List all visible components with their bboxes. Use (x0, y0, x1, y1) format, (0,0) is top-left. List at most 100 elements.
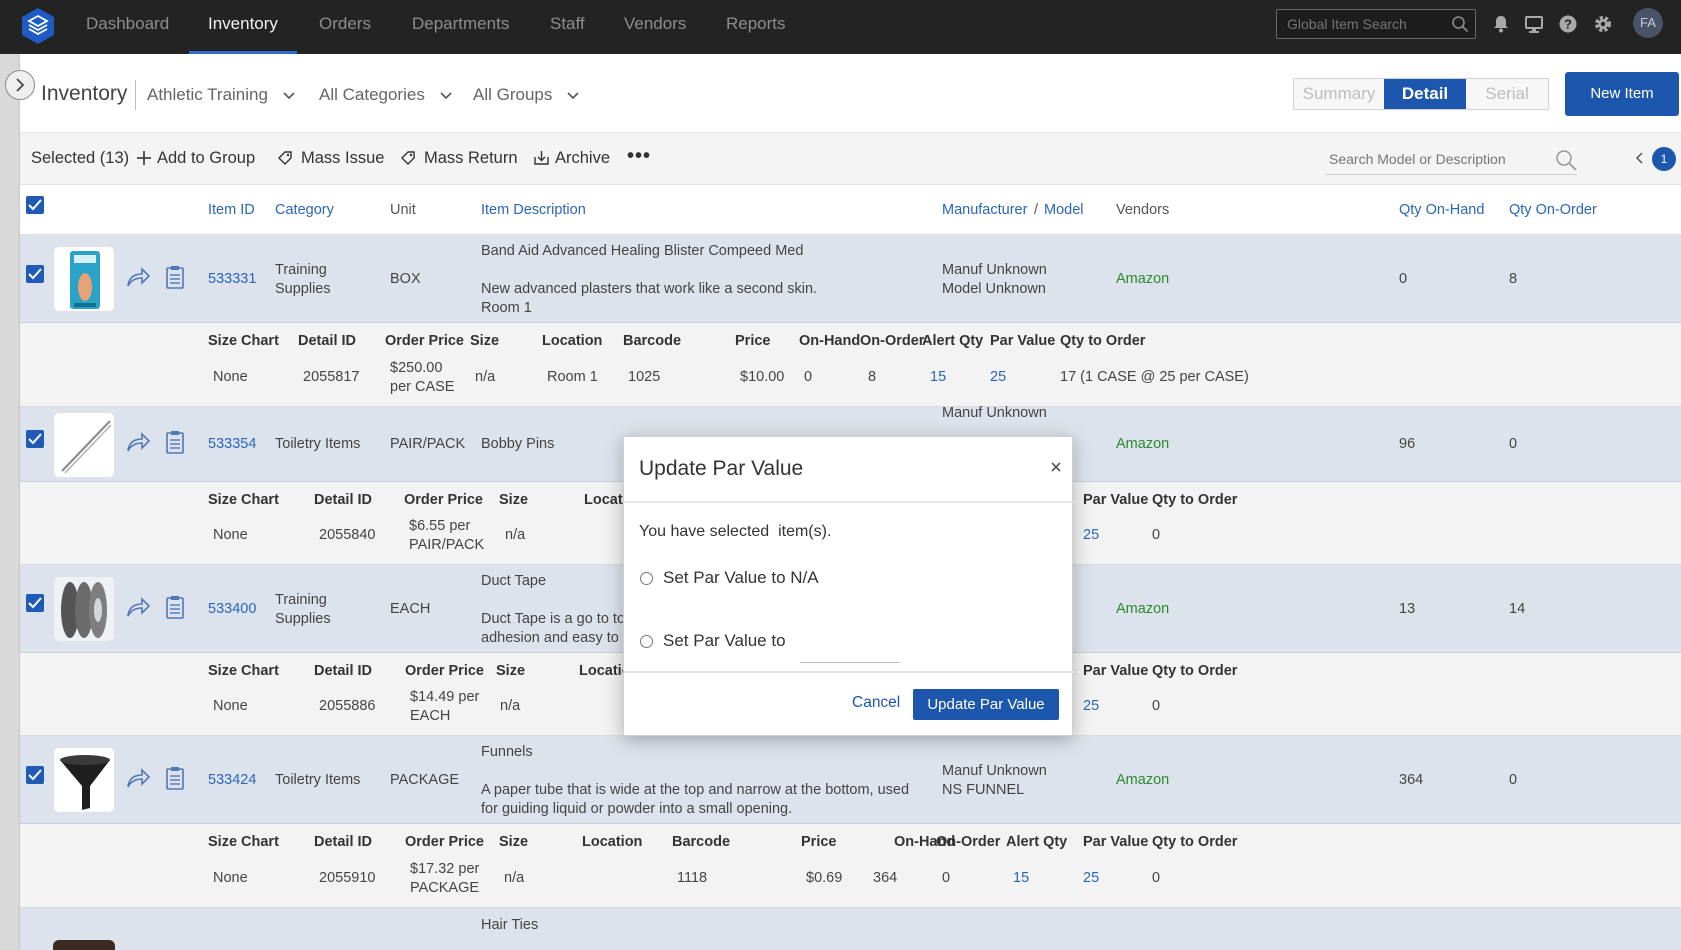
detail-price: $0.69 (806, 870, 843, 886)
share-icon[interactable] (125, 597, 151, 619)
item-id-link[interactable]: 533424 (208, 771, 256, 790)
detail-qty-to-order: 0 (1152, 870, 1161, 886)
row-checkbox[interactable] (26, 265, 44, 283)
close-icon[interactable] (1048, 459, 1064, 475)
clipboard-icon[interactable] (165, 430, 185, 454)
add-to-group-button[interactable]: Add to Group (137, 149, 255, 168)
clipboard-icon[interactable] (165, 265, 185, 289)
category-dropdown[interactable]: All Categories (319, 85, 452, 105)
select-all-checkbox[interactable] (26, 196, 44, 214)
detail-par-value-link[interactable]: 25 (1083, 869, 1099, 888)
check-icon (28, 268, 42, 280)
user-avatar[interactable]: FA (1633, 8, 1663, 38)
group-dropdown[interactable]: All Groups (473, 85, 579, 105)
detail-header-size: Size (470, 333, 500, 349)
table-row[interactable]: 533331 Training Supplies BOX Band Aid Ad… (20, 235, 1681, 323)
item-id-link[interactable]: 533331 (208, 270, 256, 289)
column-category[interactable]: Category (275, 202, 334, 218)
app-logo-icon[interactable] (18, 4, 58, 48)
share-icon[interactable] (125, 768, 151, 790)
row-checkbox[interactable] (26, 766, 44, 784)
item-thumbnail[interactable] (53, 747, 115, 813)
sidebar-collapsed (0, 54, 20, 950)
pagination-current-page[interactable]: 1 (1652, 147, 1676, 171)
column-item-id[interactable]: Item ID (208, 202, 255, 218)
item-thumbnail[interactable] (53, 576, 115, 642)
check-icon (28, 199, 42, 211)
more-actions-button[interactable]: ••• (627, 145, 651, 168)
table-header: Item ID Category Unit Item Description M… (20, 185, 1681, 235)
view-serial-button[interactable]: Serial (1466, 79, 1548, 109)
row-checkbox[interactable] (26, 594, 44, 612)
column-qty-on-hand[interactable]: Qty On-Hand (1399, 202, 1484, 218)
sidebar-expand-button[interactable] (5, 70, 35, 100)
view-summary-button[interactable]: Summary (1294, 79, 1384, 109)
item-description-title: Bobby Pins (481, 436, 555, 452)
clipboard-icon[interactable] (165, 766, 185, 790)
search-icon[interactable] (1555, 149, 1577, 171)
archive-button[interactable]: Archive (534, 149, 610, 168)
nav-dashboard[interactable]: Dashboard (86, 0, 169, 54)
bell-icon[interactable] (1491, 14, 1511, 34)
mass-return-button[interactable]: Mass Return (400, 149, 518, 168)
share-icon[interactable] (125, 267, 151, 289)
monitor-icon[interactable] (1524, 14, 1544, 34)
item-model: Model Unknown (942, 281, 1046, 297)
detail-header-par-value: Par Value (1083, 663, 1149, 679)
detail-order-price: $14.49 per EACH (410, 689, 480, 724)
funnel-image (60, 755, 110, 810)
modal-message: You have selected item(s). (639, 523, 832, 540)
detail-par-value-link[interactable]: 25 (1083, 526, 1099, 545)
search-icon[interactable] (1451, 15, 1469, 33)
chevron-down-icon (439, 91, 452, 99)
share-icon[interactable] (125, 432, 151, 454)
item-thumbnail[interactable] (53, 246, 115, 312)
set-par-value-radio[interactable] (640, 635, 653, 648)
detail-id: 2055910 (319, 870, 376, 886)
item-thumbnail[interactable] (53, 940, 115, 950)
table-row[interactable]: 533424 Toiletry Items PACKAGE Funnels A … (20, 736, 1681, 824)
nav-staff[interactable]: Staff (550, 0, 585, 54)
item-id-link[interactable]: 533400 (208, 600, 256, 619)
nav-inventory[interactable]: Inventory (189, 0, 297, 54)
chevron-left-icon[interactable] (1635, 151, 1645, 165)
item-id-link[interactable]: 533354 (208, 435, 256, 454)
cancel-button[interactable]: Cancel (852, 694, 900, 712)
global-search-input[interactable] (1277, 10, 1447, 38)
new-item-button[interactable]: New Item (1565, 72, 1679, 116)
mass-issue-button[interactable]: Mass Issue (277, 149, 384, 168)
column-qty-on-order[interactable]: Qty On-Order (1509, 202, 1597, 218)
detail-alert-qty-link[interactable]: 15 (930, 368, 946, 387)
nav-reports[interactable]: Reports (726, 0, 786, 54)
detail-header-qty-to-order: Qty to Order (1152, 834, 1238, 850)
nav-departments[interactable]: Departments (412, 0, 509, 54)
detail-header-qty-to-order: Qty to Order (1152, 663, 1238, 679)
item-thumbnail[interactable] (53, 412, 115, 478)
detail-id: 2055840 (319, 527, 376, 543)
column-manufacturer[interactable]: Manufacturer (942, 202, 1027, 218)
clipboard-icon[interactable] (165, 595, 185, 619)
model-search-input[interactable] (1325, 145, 1545, 173)
column-item-description[interactable]: Item Description (481, 202, 586, 218)
item-unit: PACKAGE (390, 772, 460, 788)
nav-vendors[interactable]: Vendors (624, 0, 686, 54)
department-dropdown[interactable]: Athletic Training (147, 85, 295, 105)
set-par-na-label[interactable]: Set Par Value to N/A (663, 568, 819, 588)
update-par-value-button[interactable]: Update Par Value (913, 689, 1059, 720)
detail-header-par-value: Par Value (1083, 492, 1149, 508)
par-value-input[interactable] (800, 635, 900, 663)
help-icon[interactable]: ? (1558, 14, 1578, 34)
column-model[interactable]: Model (1044, 202, 1084, 218)
set-par-na-radio[interactable] (640, 572, 653, 585)
gear-icon[interactable] (1593, 14, 1613, 34)
nav-orders[interactable]: Orders (319, 0, 371, 54)
view-detail-button[interactable]: Detail (1384, 79, 1466, 109)
modal-header-divider (624, 501, 1074, 503)
detail-par-value-link[interactable]: 25 (1083, 697, 1099, 716)
detail-alert-qty-link[interactable]: 15 (1013, 869, 1029, 888)
detail-size-chart: None (213, 870, 248, 886)
row-checkbox[interactable] (26, 430, 44, 448)
detail-par-value-link[interactable]: 25 (990, 368, 1006, 387)
table-row[interactable]: Hair Ties (20, 908, 1681, 950)
set-par-value-label[interactable]: Set Par Value to (663, 631, 786, 651)
